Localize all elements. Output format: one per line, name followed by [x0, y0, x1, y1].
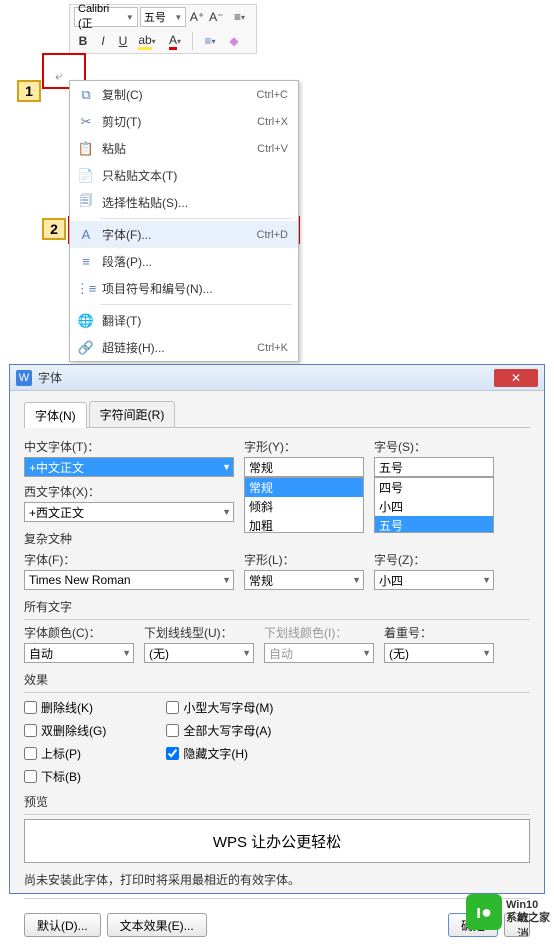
cn-size-combo[interactable]: 五号 [374, 457, 494, 477]
emphasis-combo[interactable]: (无)▼ [384, 643, 494, 663]
complex-font-label: 字体(F)： [24, 551, 234, 568]
font-family-combo[interactable]: Calibri (正▼ [74, 7, 138, 27]
align-button[interactable]: ≡▾ [197, 31, 223, 51]
all-text-title: 所有文字 [24, 598, 530, 615]
watermark-brand: Win10 [506, 899, 550, 912]
dialog-titlebar: W 字体 ✕ [10, 365, 544, 391]
dialog-title: 字体 [38, 369, 494, 386]
complex-style-label: 字形(L)： [244, 551, 364, 568]
decrease-font-button[interactable]: A⁻ [208, 7, 225, 27]
bullets-icon: ⋮≡ [76, 281, 96, 297]
hyperlink-icon: 🔗 [76, 340, 96, 356]
en-font-combo[interactable]: +西文正文▼ [24, 502, 234, 522]
menu-hyperlink[interactable]: 🔗 超链接(H)... Ctrl+K [70, 334, 298, 361]
strike-check[interactable]: 删除线(K) [24, 699, 106, 716]
cut-icon: ✂ [76, 114, 96, 130]
preview-box: WPS 让办公更轻松 [24, 819, 530, 863]
menu-paragraph[interactable]: ≡ 段落(P)... [70, 248, 298, 275]
copy-icon: ⧉ [76, 87, 96, 103]
floating-toolbar: Calibri (正▼ 五号▼ A⁺ A⁻ ≡▾ B I U ab▾ A▾ ≡▾… [69, 4, 257, 54]
close-button[interactable]: ✕ [494, 369, 538, 387]
complex-size-combo[interactable]: 小四▼ [374, 570, 494, 590]
tab-font[interactable]: 字体(N) [24, 402, 87, 428]
cursor-indicator: ⤶ [55, 67, 63, 84]
app-icon: W [16, 370, 32, 386]
en-font-label: 西文字体(X)： [24, 483, 234, 500]
cn-size-list[interactable]: 四号 小四 五号 [374, 477, 494, 533]
preview-title: 预览 [24, 793, 530, 810]
small-caps-check[interactable]: 小型大写字母(M) [166, 699, 273, 716]
emphasis-label: 着重号： [384, 624, 494, 641]
font-note: 尚未安装此字体，打印时将采用最相近的有效字体。 [24, 871, 530, 888]
cn-font-combo[interactable]: +中文正文▼ [24, 457, 234, 477]
font-size-combo[interactable]: 五号▼ [140, 7, 187, 27]
cn-style-list[interactable]: 常规 倾斜 加粗 [244, 477, 364, 533]
menu-translate[interactable]: 🌐 翻译(T) [70, 307, 298, 334]
effects-title: 效果 [24, 671, 530, 688]
paste-text-icon: 📄 [76, 168, 96, 184]
font-color-button[interactable]: A▾ [162, 31, 188, 51]
cn-font-label: 中文字体(T)： [24, 438, 234, 455]
subscript-check[interactable]: 下标(B) [24, 768, 106, 785]
watermark-sub: 系统之家 [506, 912, 550, 925]
paste-special-icon: 🗐 [76, 192, 96, 214]
underline-style-label: 下划线线型(U)： [144, 624, 254, 641]
hidden-text-check[interactable]: 隐藏文字(H) [166, 745, 273, 762]
eraser-button[interactable]: ◆ [225, 31, 243, 51]
step-marker-2: 2 [42, 218, 66, 240]
italic-button[interactable]: I [94, 31, 112, 51]
paste-icon: 📋 [76, 141, 96, 157]
menu-paste-text[interactable]: 📄 只粘贴文本(T) [70, 162, 298, 189]
increase-font-button[interactable]: A⁺ [188, 7, 205, 27]
underline-color-label: 下划线颜色(I)： [264, 624, 374, 641]
cn-style-combo[interactable]: 常规 [244, 457, 364, 477]
step-marker-1: 1 [17, 80, 41, 102]
underline-button[interactable]: U [114, 31, 132, 51]
menu-copy[interactable]: ⧉ 复制(C) Ctrl+C [70, 81, 298, 108]
complex-style-combo[interactable]: 常规▼ [244, 570, 364, 590]
menu-cut[interactable]: ✂ 剪切(T) Ctrl+X [70, 108, 298, 135]
tab-spacing[interactable]: 字符间距(R) [89, 401, 176, 427]
superscript-check[interactable]: 上标(P) [24, 745, 106, 762]
context-menu: ⧉ 复制(C) Ctrl+C ✂ 剪切(T) Ctrl+X 📋 粘贴 Ctrl+… [69, 80, 299, 362]
double-strike-check[interactable]: 双删除线(G) [24, 722, 106, 739]
highlight-button[interactable]: ab▾ [134, 31, 160, 51]
watermark-icon: ı● [466, 894, 502, 930]
all-caps-check[interactable]: 全部大写字母(A) [166, 722, 273, 739]
font-dialog: W 字体 ✕ 字体(N) 字符间距(R) 中文字体(T)： +中文正文▼ 字形(… [9, 364, 545, 894]
font-icon: A [76, 227, 96, 242]
line-spacing-button[interactable]: ≡▾ [227, 7, 252, 27]
complex-size-label: 字号(Z)： [374, 551, 494, 568]
cn-size-label: 字号(S)： [374, 438, 494, 455]
font-color-combo[interactable]: 自动▼ [24, 643, 134, 663]
translate-icon: 🌐 [76, 313, 96, 329]
menu-bullets[interactable]: ⋮≡ 项目符号和编号(N)... [70, 275, 298, 302]
menu-paste-special[interactable]: 🗐 选择性粘贴(S)... [70, 189, 298, 216]
underline-color-combo[interactable]: 自动▼ [264, 643, 374, 663]
menu-paste[interactable]: 📋 粘贴 Ctrl+V [70, 135, 298, 162]
underline-style-combo[interactable]: (无)▼ [144, 643, 254, 663]
default-button[interactable]: 默认(D)... [24, 913, 101, 937]
menu-font[interactable]: A 字体(F)... Ctrl+D [70, 221, 298, 248]
watermark: ı● Win10 系统之家 [466, 894, 550, 930]
complex-font-combo[interactable]: Times New Roman▼ [24, 570, 234, 590]
font-color-label: 字体颜色(C)： [24, 624, 134, 641]
paragraph-icon: ≡ [76, 254, 96, 269]
text-effect-button[interactable]: 文本效果(E)... [107, 913, 207, 937]
cn-style-label: 字形(Y)： [244, 438, 364, 455]
bold-button[interactable]: B [74, 31, 92, 51]
